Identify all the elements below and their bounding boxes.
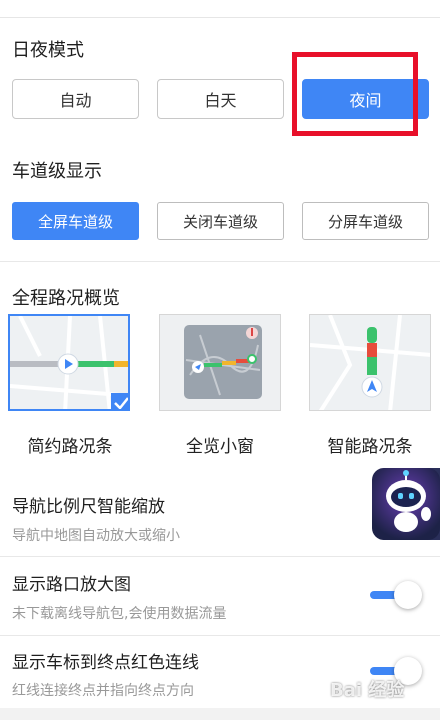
red-line-subtitle: 红线连接终点并指向终点方向 <box>12 683 194 699</box>
overview-simple-bar-label: 简约路况条 <box>27 437 113 457</box>
assistant-robot-avatar[interactable] <box>372 468 440 540</box>
junction-zoom-toggle[interactable] <box>370 581 422 609</box>
overview-mini-window-thumbnail[interactable] <box>159 314 281 411</box>
row-divider-1 <box>0 556 440 557</box>
section-divider <box>0 261 440 262</box>
scale-zoom-title: 导航比例尺智能缩放 <box>12 497 165 517</box>
overview-smart-bar-label: 智能路况条 <box>327 437 413 457</box>
robot-icon <box>372 468 440 540</box>
overview-smart-bar-thumbnail[interactable] <box>309 314 431 411</box>
red-line-title: 显示车标到终点红色连线 <box>12 653 199 673</box>
top-divider <box>0 0 440 18</box>
overview-title: 全程路况概览 <box>12 288 120 309</box>
toggle-knob <box>394 581 422 609</box>
lane-split-button[interactable]: 分屏车道级 <box>302 202 429 240</box>
lane-display-title: 车道级显示 <box>12 161 102 182</box>
day-night-auto-button[interactable]: 自动 <box>12 79 139 119</box>
smart-bar-map-icon <box>310 315 430 410</box>
day-night-title: 日夜模式 <box>12 40 84 61</box>
baidu-watermark: Bai 经验 <box>330 680 405 701</box>
overview-mini-window-label: 全览小窗 <box>186 437 254 457</box>
bottom-edge <box>0 708 440 720</box>
row-divider-2 <box>0 635 440 636</box>
lane-fullscreen-button[interactable]: 全屏车道级 <box>12 202 139 240</box>
simple-bar-map-icon <box>10 316 128 409</box>
junction-zoom-subtitle: 未下载离线导航包,会使用数据流量 <box>12 606 227 622</box>
scale-zoom-subtitle: 导航中地图自动放大或缩小 <box>12 528 180 544</box>
mini-window-map-icon <box>160 315 280 410</box>
red-highlight-box <box>292 52 418 136</box>
day-night-day-button[interactable]: 白天 <box>157 79 284 119</box>
junction-zoom-title: 显示路口放大图 <box>12 575 131 595</box>
overview-simple-bar-thumbnail[interactable] <box>8 314 130 411</box>
lane-off-button[interactable]: 关闭车道级 <box>157 202 284 240</box>
